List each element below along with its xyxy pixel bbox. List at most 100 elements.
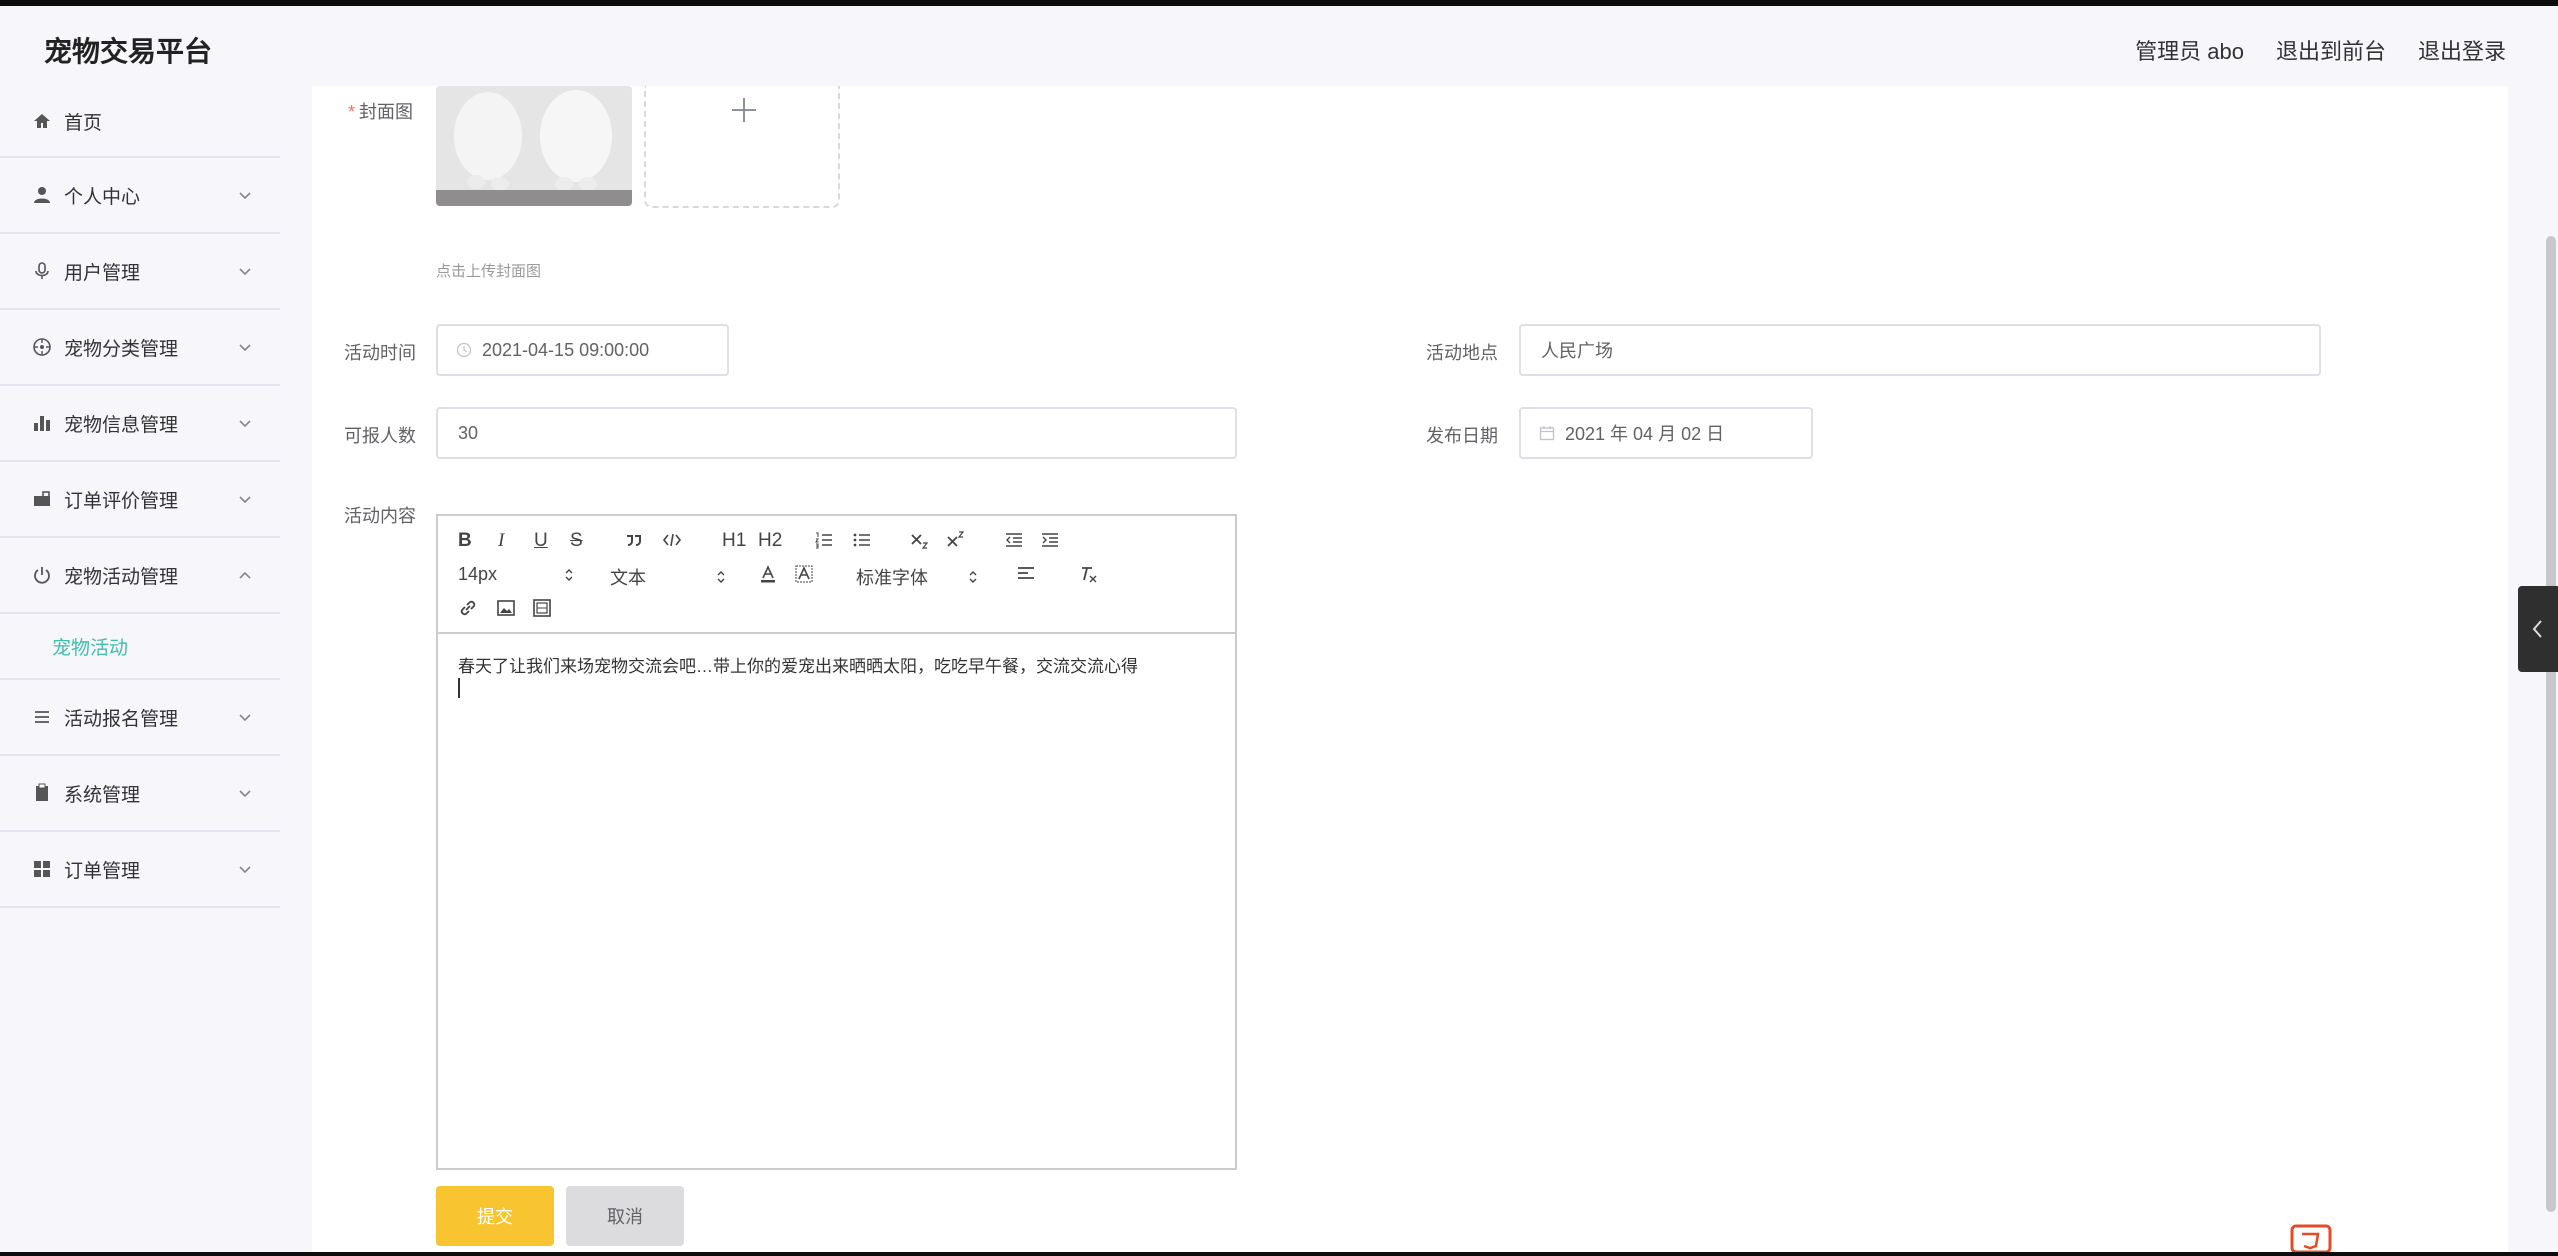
cover-label: * 封面图 bbox=[348, 102, 414, 122]
sidebar-item-activity-registration[interactable]: 活动报名管理 bbox=[0, 680, 280, 756]
cat-photo bbox=[436, 86, 632, 206]
submit-button[interactable]: 提交 bbox=[436, 1186, 554, 1246]
page-scrollbar[interactable] bbox=[2546, 236, 2556, 1212]
sidebar: 首页 个人中心 用户管理 宠物分类管理 宠物信息管理 订单评价管理 宠物活动管理… bbox=[0, 86, 280, 1252]
clock-icon bbox=[456, 342, 472, 358]
code-icon bbox=[662, 533, 682, 547]
sidebar-item-label: 宠物信息管理 bbox=[64, 414, 179, 436]
outdent-button[interactable] bbox=[1004, 530, 1024, 556]
clear-format-button[interactable] bbox=[1078, 564, 1098, 590]
ordered-list-icon bbox=[815, 532, 832, 549]
html5-icon bbox=[2290, 1224, 2332, 1252]
font-color-icon bbox=[761, 565, 775, 583]
subscript-button[interactable] bbox=[910, 530, 930, 556]
sidebar-item-label: 系统管理 bbox=[64, 784, 141, 806]
background-color-button[interactable] bbox=[794, 564, 814, 590]
capacity-input[interactable]: 30 bbox=[436, 407, 1237, 459]
current-user[interactable]: 管理员 abo bbox=[2135, 34, 2244, 66]
link-button[interactable] bbox=[458, 598, 478, 624]
cancel-button[interactable]: 取消 bbox=[566, 1186, 684, 1246]
editor-content[interactable]: 春天了让我们来场宠物交流会吧…带上你的爱宠出来晒晒太阳，吃吃早午餐，交流交流心得 bbox=[458, 652, 1138, 677]
h1-button[interactable]: H1 bbox=[722, 530, 746, 552]
sidebar-item-personal-center[interactable]: 个人中心 bbox=[0, 158, 280, 234]
calendar-icon bbox=[1539, 426, 1555, 441]
blockquote-button[interactable] bbox=[624, 530, 644, 556]
activity-place-label: 活动地点 bbox=[1426, 343, 1498, 363]
capacity-label: 可报人数 bbox=[344, 426, 416, 446]
grid-icon bbox=[32, 859, 52, 879]
subscript-icon bbox=[911, 534, 929, 549]
side-panel-toggle[interactable] bbox=[2518, 586, 2558, 672]
header-select[interactable]: 文本 bbox=[610, 564, 728, 590]
image-button[interactable] bbox=[496, 598, 516, 624]
italic-button[interactable]: I bbox=[498, 530, 504, 552]
required-mark: * bbox=[348, 102, 356, 122]
align-left-icon bbox=[1018, 567, 1034, 579]
header-actions: 管理员 abo 退出到前台 退出登录 bbox=[2135, 34, 2506, 66]
chevron-down-icon bbox=[239, 866, 251, 874]
publish-date-value: 2021 年 04 月 02 日 bbox=[1565, 424, 1725, 444]
bullet-list-button[interactable] bbox=[852, 530, 872, 556]
activity-time-label: 活动时间 bbox=[344, 343, 416, 363]
sidebar-item-order[interactable]: 订单管理 bbox=[0, 832, 280, 908]
bold-button[interactable]: B bbox=[458, 530, 472, 552]
activity-place-value: 人民广场 bbox=[1541, 341, 1613, 361]
select-arrows-icon bbox=[969, 571, 977, 583]
sidebar-item-user-management[interactable]: 用户管理 bbox=[0, 234, 280, 310]
font-family-select[interactable]: 标准字体 bbox=[856, 564, 980, 590]
indent-button[interactable] bbox=[1040, 530, 1060, 556]
editor-toolbar: B I U S H1 H2 14px 文本 标准字体 bbox=[438, 516, 1235, 634]
sidebar-subitem-pet-activity[interactable]: 宠物活动 bbox=[0, 614, 280, 680]
chevron-down-icon bbox=[239, 268, 251, 276]
superscript-button[interactable] bbox=[946, 530, 966, 556]
font-color-button[interactable] bbox=[758, 564, 778, 590]
chevron-down-icon bbox=[239, 714, 251, 722]
sidebar-item-home[interactable]: 首页 bbox=[0, 86, 280, 158]
sidebar-item-pet-activity[interactable]: 宠物活动管理 bbox=[0, 538, 280, 614]
activity-time-picker[interactable]: 2021-04-15 09:00:00 bbox=[436, 324, 729, 376]
sidebar-item-label: 首页 bbox=[64, 112, 103, 134]
header-select-value: 文本 bbox=[610, 568, 646, 588]
publish-date-picker[interactable]: 2021 年 04 月 02 日 bbox=[1519, 407, 1813, 459]
top-header: 宠物交易平台 管理员 abo 退出到前台 退出登录 bbox=[0, 6, 2558, 86]
cover-upload-button[interactable] bbox=[644, 86, 840, 208]
activity-place-input[interactable]: 人民广场 bbox=[1519, 324, 2321, 376]
ordered-list-button[interactable] bbox=[814, 530, 834, 556]
sidebar-subitem-label: 宠物活动 bbox=[52, 637, 129, 659]
h2-button[interactable]: H2 bbox=[758, 530, 782, 552]
code-block-button[interactable] bbox=[662, 530, 682, 556]
rich-text-editor: B I U S H1 H2 14px 文本 标准字体 春天了让我们来场宠物交流会… bbox=[436, 514, 1237, 1170]
clear-format-icon bbox=[1082, 567, 1097, 583]
sidebar-item-pet-category[interactable]: 宠物分类管理 bbox=[0, 310, 280, 386]
activity-content-label: 活动内容 bbox=[344, 506, 416, 526]
chevron-down-icon bbox=[239, 344, 251, 352]
sidebar-item-label: 活动报名管理 bbox=[64, 708, 179, 730]
cover-image-thumbnail[interactable] bbox=[436, 86, 632, 206]
chevron-left-icon bbox=[2532, 620, 2542, 638]
sidebar-item-label: 个人中心 bbox=[64, 186, 141, 208]
sidebar-item-system[interactable]: 系统管理 bbox=[0, 756, 280, 832]
video-button[interactable] bbox=[532, 598, 552, 624]
strike-button[interactable]: S bbox=[570, 530, 583, 552]
link-icon bbox=[460, 600, 476, 616]
background-color-icon bbox=[795, 565, 813, 583]
font-size-value: 14px bbox=[458, 564, 498, 584]
align-button[interactable] bbox=[1016, 564, 1036, 590]
exit-to-front-link[interactable]: 退出到前台 bbox=[2276, 34, 2386, 66]
superscript-icon bbox=[947, 531, 965, 547]
sidebar-item-label: 订单评价管理 bbox=[64, 490, 179, 512]
cover-upload-hint: 点击上传封面图 bbox=[436, 263, 542, 280]
chevron-down-icon bbox=[239, 192, 251, 200]
compass-icon bbox=[32, 337, 52, 357]
capacity-value: 30 bbox=[458, 422, 479, 443]
sidebar-item-pet-info[interactable]: 宠物信息管理 bbox=[0, 386, 280, 462]
logout-link[interactable]: 退出登录 bbox=[2418, 34, 2506, 66]
font-family-value: 标准字体 bbox=[856, 568, 928, 588]
clipboard-icon bbox=[32, 783, 52, 803]
select-arrows-icon bbox=[717, 571, 725, 583]
sidebar-item-order-review[interactable]: 订单评价管理 bbox=[0, 462, 280, 538]
underline-button[interactable]: U bbox=[534, 530, 548, 552]
chevron-down-icon bbox=[239, 420, 251, 428]
outdent-icon bbox=[1006, 533, 1022, 547]
font-size-select[interactable]: 14px bbox=[458, 564, 576, 585]
